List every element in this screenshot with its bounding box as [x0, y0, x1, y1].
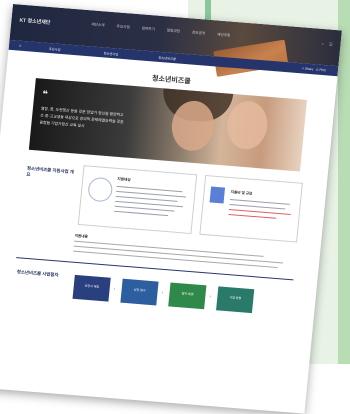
mint-edge-decoration — [338, 0, 350, 364]
process-step: 협약 체결 — [168, 282, 207, 310]
share-button[interactable]: Share — [305, 67, 314, 72]
site-logo[interactable]: KT 청소년재단 — [19, 17, 51, 26]
step-label: 선정 평가 — [133, 287, 146, 293]
box-title: 지원대상 — [117, 176, 131, 182]
nav-item[interactable]: 정보공개 — [192, 30, 206, 36]
section-title-overview: 청소년비즈쿨 지원사업 개요 — [26, 165, 75, 177]
search-icon[interactable]: ⌕ — [321, 41, 326, 46]
breadcrumb-item[interactable]: 청소년비즈쿨 — [158, 55, 176, 61]
nav-item[interactable]: 재단소개 — [91, 22, 105, 28]
arrow-right-icon: › — [161, 289, 164, 296]
print-button[interactable]: Print — [319, 68, 326, 73]
step-label: 신청서 제출 — [84, 283, 100, 289]
budget-info-box: 지원비 및 규모 — [199, 174, 303, 243]
hero-photo-person — [224, 99, 270, 151]
section-title-process: 청소년비즈쿨 사업절차 — [16, 269, 59, 278]
process-step: 사업 운영 — [216, 286, 255, 314]
home-icon[interactable]: ⌂ — [19, 43, 22, 48]
global-nav: 재단소개 주요사업 참여하기 알림마당 정보공개 재단후원 — [91, 22, 230, 38]
nav-item[interactable]: 알림마당 — [167, 28, 181, 34]
text-line-highlight — [228, 213, 277, 220]
arrow-right-icon: › — [113, 286, 116, 293]
breadcrumb-item[interactable]: 주요사업 — [49, 46, 61, 52]
notes-title: 지원내용 — [74, 233, 89, 239]
document-icon — [209, 186, 226, 204]
person-icon — [87, 176, 114, 203]
hero-text-line: 융합형 기업가정신 교육 실시 — [39, 120, 85, 129]
page-tools: < Share ⎙ Print — [302, 66, 326, 72]
nav-item[interactable]: 주요사업 — [116, 24, 130, 30]
target-info-box: 지원대상 — [77, 165, 198, 235]
webpage-screenshot-card: KT 청소년재단 재단소개 주요사업 참여하기 알림마당 정보공개 재단후원 ⌕… — [0, 4, 342, 414]
step-label: 협약 체결 — [181, 291, 194, 297]
breadcrumb-item[interactable]: 청소년사업 — [103, 50, 118, 56]
step-label: 사업 운영 — [229, 295, 242, 301]
menu-icon[interactable]: ☰ — [329, 41, 335, 46]
nav-item[interactable]: 재단후원 — [217, 32, 231, 38]
process-step: 선정 평가 — [120, 278, 159, 306]
text-line — [114, 210, 169, 217]
nav-item[interactable]: 참여하기 — [141, 26, 155, 32]
process-step: 신청서 제출 — [72, 274, 111, 302]
arrow-right-icon: › — [209, 293, 212, 300]
box-title: 지원비 및 규모 — [230, 190, 253, 196]
header-icons: ⌕ ☰ — [321, 41, 334, 47]
quote-icon: ❝ — [41, 88, 49, 100]
